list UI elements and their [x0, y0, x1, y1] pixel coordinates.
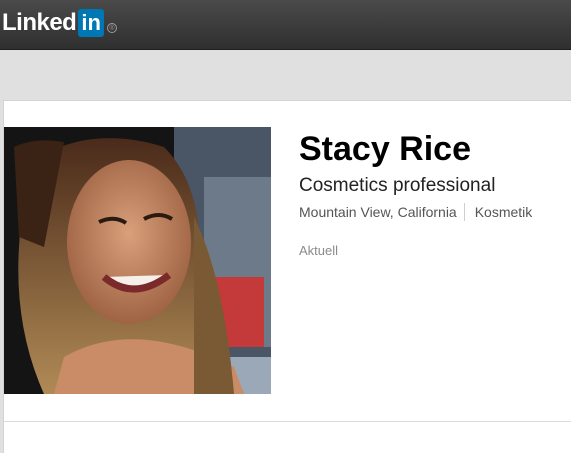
linkedin-logo[interactable]: Linked in ® — [2, 8, 117, 38]
profile-headline: Cosmetics professional — [299, 175, 496, 196]
section-divider — [4, 421, 571, 422]
logo-wordmark: Linked — [2, 9, 77, 36]
profile-info: Stacy Rice Cosmetics professional Mounta… — [299, 129, 532, 258]
profile-photo-image — [4, 127, 271, 394]
profile-industry[interactable]: Kosmetik — [475, 204, 533, 220]
top-nav-bar: Linked in ® — [0, 0, 571, 50]
profile-meta: Mountain View, California Kosmetik — [299, 203, 532, 221]
current-position-label: Aktuell — [299, 243, 339, 258]
profile-location[interactable]: Mountain View, California — [299, 204, 457, 220]
logo-in-badge: in — [78, 9, 104, 37]
profile-name: Stacy Rice — [299, 130, 471, 168]
profile-card: Stacy Rice Cosmetics professional Mounta… — [3, 100, 571, 453]
profile-photo[interactable] — [4, 127, 271, 394]
registered-mark: ® — [106, 23, 117, 33]
meta-divider — [463, 203, 465, 221]
